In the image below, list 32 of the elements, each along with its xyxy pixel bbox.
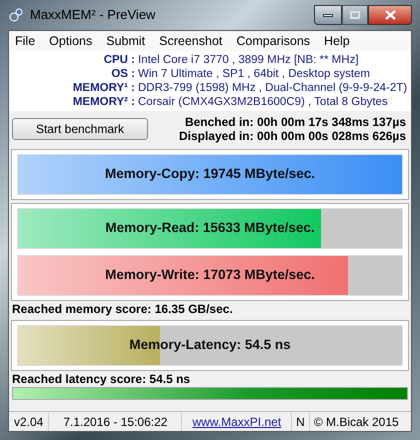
status-flag: N <box>292 412 310 430</box>
close-icon <box>384 10 396 20</box>
menu-item[interactable]: File <box>15 32 36 50</box>
menu-item[interactable]: Screenshot <box>159 32 222 50</box>
info-label: MEMORY² : <box>72 95 135 109</box>
info-value: Intel Core i7 3770 , 3899 MHz [NB: ** MHz] <box>138 53 360 67</box>
bar-label: Memory-Write: 17073 MByte/sec. <box>104 266 316 284</box>
menu-item[interactable]: Submit <box>106 32 146 50</box>
window-title: MaxxMEM² - PreView <box>30 6 156 24</box>
menu-item[interactable]: Help <box>324 32 350 50</box>
version-text: v2.04 <box>9 412 50 430</box>
maximize-button[interactable] <box>342 5 368 25</box>
copyright-text: © M.Bicak 2015 <box>312 414 400 430</box>
minimize-button[interactable] <box>314 5 342 25</box>
bar-label: Memory-Read: 15633 MByte/sec. <box>104 219 316 238</box>
datetime-text: 7.1.2016 - 15:06:22 <box>49 412 182 430</box>
close-button[interactable] <box>368 5 412 25</box>
info-label: OS : <box>110 67 135 81</box>
info-label: MEMORY¹ : <box>72 81 135 95</box>
timing-text: Displayed in: 00h 00m 00s 028ms 626µs <box>178 129 406 143</box>
menu-item[interactable]: Comparisons <box>236 32 310 50</box>
score-text: Reached memory score: 16.35 GB/sec. <box>11 301 234 317</box>
score-text: Reached latency score: 54.5 ns <box>11 371 192 387</box>
bar-label: Memory-Copy: 19745 MByte/sec. <box>104 165 316 184</box>
start-benchmark-button[interactable]: Start benchmark <box>12 118 148 140</box>
menu-item[interactable]: Options <box>49 32 92 50</box>
info-value: Corsair (CMX4GX3M2B1600C9) , Total 8 Gbytes <box>138 95 389 109</box>
timing-text: Benched in: 00h 00m 17s 348ms 137µs <box>184 115 406 129</box>
info-value: DDR3-799 (1598) MHz , Dual-Channel (9-9-9-24-2T) <box>138 81 408 95</box>
website-link[interactable]: www.MaxxPI.net <box>182 412 292 430</box>
info-label: CPU : <box>102 53 135 67</box>
info-value: Win 7 Ultimate , SP1 , 64bit , Desktop system <box>138 67 371 81</box>
